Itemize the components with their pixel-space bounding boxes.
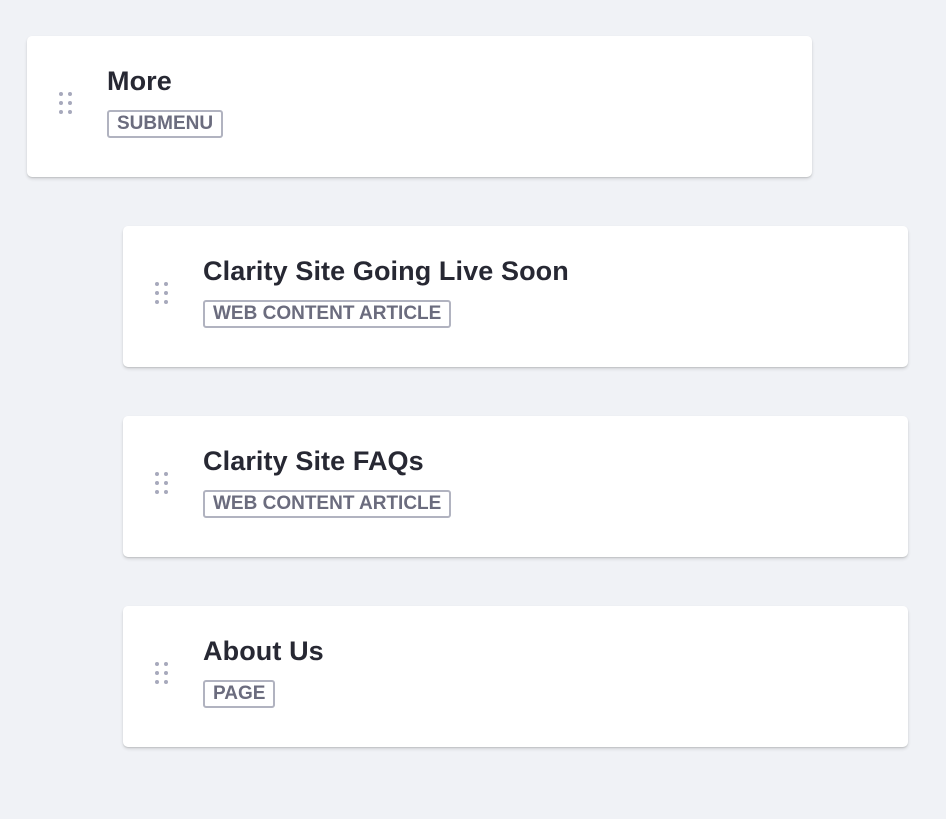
menu-item-title: Clarity Site FAQs — [203, 446, 424, 476]
menu-item-type-badge: WEB CONTENT ARTICLE — [203, 490, 452, 518]
drag-handle-icon[interactable] — [155, 282, 171, 310]
menu-item-title: More — [107, 66, 172, 96]
drag-handle-icon[interactable] — [155, 472, 171, 500]
menu-structure-page: { "menu_items": [ { "title": "More", "ty… — [0, 0, 946, 819]
menu-item-title: About Us — [203, 636, 324, 666]
menu-item-card[interactable]: Clarity Site Going Live Soon WEB CONTENT… — [123, 226, 908, 367]
drag-handle-icon[interactable] — [59, 92, 75, 120]
menu-item-type-badge: PAGE — [203, 680, 276, 708]
menu-item-card[interactable]: Clarity Site FAQs WEB CONTENT ARTICLE — [123, 416, 908, 557]
menu-item-card[interactable]: About Us PAGE — [123, 606, 908, 747]
menu-item-type-badge: SUBMENU — [107, 110, 224, 138]
menu-item-title: Clarity Site Going Live Soon — [203, 256, 569, 286]
menu-item-type-badge: WEB CONTENT ARTICLE — [203, 300, 452, 328]
menu-item-card-more[interactable]: More SUBMENU — [27, 36, 812, 177]
drag-handle-icon[interactable] — [155, 662, 171, 690]
